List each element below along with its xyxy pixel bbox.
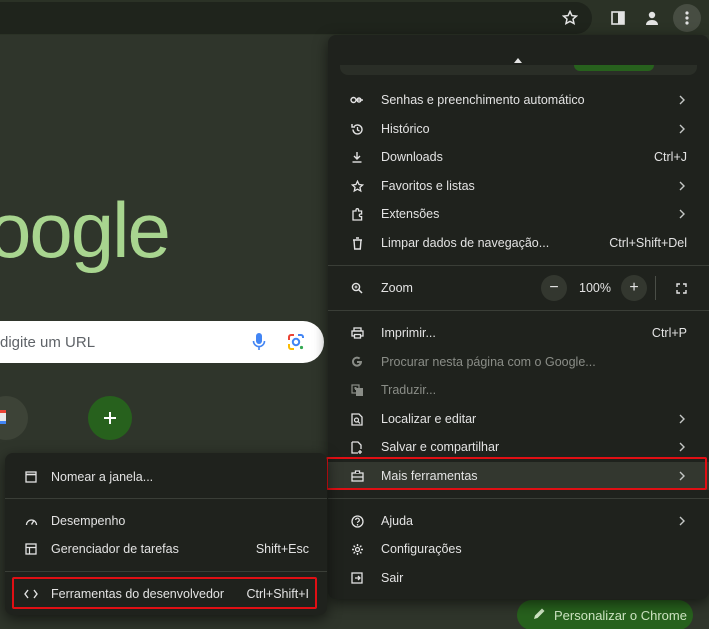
exit-icon [350,571,364,585]
zoom-separator [655,276,656,300]
zoom-icon [350,281,364,295]
microphone-icon[interactable] [252,332,266,357]
zoom-level: 100% [579,281,611,295]
menu-label: Configurações [381,542,462,556]
trash-icon [350,236,364,250]
settings-icon [350,542,364,556]
menu-shortcut: Shift+Esc [255,542,309,556]
menu-label: Limpar dados de navegação... [381,236,550,250]
menu-label: Histórico [381,122,430,136]
menu-item-downloads[interactable]: Downloads Ctrl+J [328,143,709,171]
menu-label: Traduzir... [381,383,437,397]
key-icon [350,93,364,107]
menu-shortcut: Ctrl+Shift+Del [609,236,687,250]
pencil-icon [533,607,546,623]
chevron-right-icon [679,94,685,108]
google-icon [350,355,364,369]
star-icon [350,179,364,193]
menu-item-extensions[interactable]: Extensões [328,200,709,228]
customize-label: Personalizar o Chrome [554,607,687,623]
menu-divider [5,498,327,499]
menu-item-zoom: Zoom − 100% + [328,270,709,306]
search-placeholder: digite um URL [0,334,96,351]
chevron-right-icon [679,515,685,529]
menu-item-history[interactable]: Histórico [328,115,709,143]
scroll-up-icon[interactable] [514,50,522,68]
highlight-developer-tools [12,577,317,609]
translate-icon [350,383,364,397]
save-share-icon [350,440,364,454]
chevron-right-icon [679,441,685,455]
menu-label: Desempenho [51,514,126,528]
menu-item-bookmarks[interactable]: Favoritos e listas [328,172,709,200]
menu-item-help[interactable]: Ajuda [328,507,709,535]
puzzle-icon [350,207,364,221]
menu-item-settings[interactable]: Configurações [328,535,709,563]
menu-item-print[interactable]: Imprimir... Ctrl+P [328,319,709,347]
search-box[interactable]: digite um URL [0,321,324,363]
customize-chrome-button[interactable]: Personalizar o Chrome [517,600,693,629]
menu-label: Ajuda [381,514,413,528]
address-bar[interactable] [0,2,592,34]
menu-label: Downloads [381,150,443,164]
menu-divider [328,498,709,499]
download-icon [350,150,364,164]
menu-divider [5,571,327,572]
history-icon [350,122,364,136]
menu-shortcut: Ctrl+P [651,326,687,340]
window-icon [24,470,38,484]
fullscreen-icon[interactable] [668,275,694,301]
add-shortcut-button[interactable] [88,396,132,440]
chevron-right-icon [679,208,685,222]
menu-label: Nomear a janela... [51,470,154,484]
menu-item-passwords[interactable]: Senhas e preenchimento automático [328,86,709,114]
submenu-item-performance[interactable]: Desempenho [5,507,327,535]
menu-shortcut: Ctrl+J [654,150,687,164]
google-lens-icon[interactable] [286,332,306,357]
menu-item-search-page: Procurar nesta página com o Google... [328,348,709,376]
menu-profile-button[interactable] [574,65,654,71]
highlight-more-tools [326,457,707,490]
menu-label: Procurar nesta página com o Google... [381,355,596,369]
menu-label: Zoom [381,281,413,295]
submenu-item-name-window[interactable]: Nomear a janela... [5,463,327,491]
kebab-menu-icon[interactable] [673,4,701,32]
menu-item-translate: Traduzir... [328,376,709,404]
menu-label: Sair [381,571,404,585]
side-panel-icon[interactable] [604,4,632,32]
menu-label: Salvar e compartilhar [381,440,500,454]
menu-item-exit[interactable]: Sair [328,564,709,592]
chevron-right-icon [679,413,685,427]
profile-icon[interactable] [638,4,666,32]
chevron-right-icon [679,180,685,194]
zoom-out-button[interactable]: − [541,275,567,301]
find-icon [350,412,364,426]
chrome-main-menu: Senhas e preenchimento automático Histór… [328,35,709,599]
menu-divider [328,265,709,266]
submenu-item-task-manager[interactable]: Gerenciador de tarefas Shift+Esc [5,535,327,563]
menu-item-clear-data[interactable]: Limpar dados de navegação... Ctrl+Shift+… [328,229,709,257]
menu-divider [328,310,709,311]
menu-label: Gerenciador de tarefas [51,542,179,556]
menu-label: Imprimir... [381,326,436,340]
zoom-in-button[interactable]: + [621,275,647,301]
google-logo: oogle [0,186,171,274]
menu-label: Localizar e editar [381,412,477,426]
chevron-right-icon [679,123,685,137]
print-icon [350,326,364,340]
menu-item-find-edit[interactable]: Localizar e editar [328,405,709,433]
browser-toolbar [0,0,709,35]
menu-label: Favoritos e listas [381,179,475,193]
performance-icon [24,514,38,528]
help-icon [350,514,364,528]
shortcut-tile[interactable] [0,396,28,440]
bookmark-star-icon[interactable] [556,4,584,32]
task-manager-icon [24,542,38,556]
menu-label: Senhas e preenchimento automático [381,93,585,107]
menu-label: Extensões [381,207,440,221]
